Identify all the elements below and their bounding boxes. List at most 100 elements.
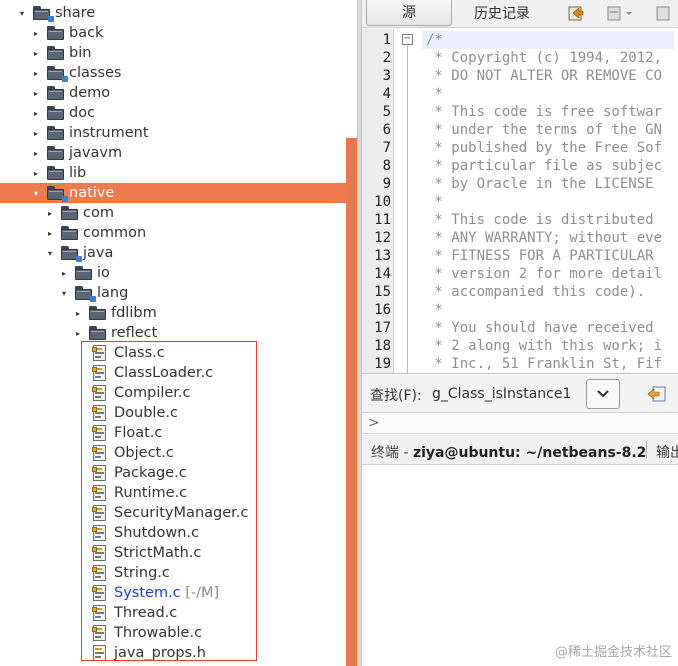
file-node[interactable]: System.c [-/M] <box>0 583 346 603</box>
file-node[interactable]: Runtime.c <box>0 483 346 503</box>
file-node[interactable]: Throwable.c <box>0 623 346 643</box>
expand-arrow-icon[interactable]: ▸ <box>31 43 41 63</box>
file-name: Class.c <box>114 345 165 361</box>
file-label: Float.c <box>114 425 162 441</box>
file-label: ClassLoader.c <box>114 365 213 381</box>
expand-arrow-icon[interactable]: ▸ <box>31 103 41 123</box>
code-line: * This code is distributed <box>426 212 654 228</box>
file-name: Float.c <box>114 425 163 441</box>
code-line: * <box>426 194 443 210</box>
file-node[interactable]: Package.c <box>0 463 346 483</box>
terminal-body[interactable]: @稀土掘金技术社区 <box>362 466 678 666</box>
tree-node-reflect[interactable]: ▸ reflect <box>0 323 346 343</box>
last-edit-icon[interactable] <box>567 4 585 22</box>
terminal-header: 终端 - ziya@ubuntu: ~/netbeans-8.2 输出 <box>362 435 678 465</box>
expand-arrow-icon[interactable]: ▸ <box>31 143 41 163</box>
collapse-fold-icon[interactable]: − <box>402 34 413 45</box>
code-line: * version 2 for more detail <box>426 266 663 282</box>
expand-arrow-icon[interactable]: ▸ <box>73 323 83 343</box>
file-label: Shutdown.c <box>114 525 199 541</box>
expand-arrow-icon[interactable]: ▸ <box>45 203 55 223</box>
tree-node-label: bin <box>69 45 92 61</box>
find-history-dropdown[interactable] <box>586 379 620 409</box>
collapse-arrow-icon[interactable]: ▾ <box>59 283 69 303</box>
c-file-icon <box>92 525 107 541</box>
file-node[interactable]: Double.c <box>0 403 346 423</box>
file-node[interactable]: String.c <box>0 563 346 583</box>
code-line: * by Oracle in the LICENSE <box>426 176 654 192</box>
back-dropdown-icon[interactable] <box>606 4 634 22</box>
file-node[interactable]: Thread.c <box>0 603 346 623</box>
tree-node-back[interactable]: ▸ back <box>0 23 346 43</box>
line-number: 18 <box>374 338 391 354</box>
expand-arrow-icon[interactable]: ▸ <box>31 163 41 183</box>
output-collapsed-bar[interactable]: > <box>362 414 678 434</box>
find-label: 查找(F): <box>370 388 422 404</box>
tree-node-label: native <box>69 185 115 201</box>
collapse-arrow-icon[interactable]: ▾ <box>17 3 27 23</box>
find-next-icon[interactable] <box>647 385 667 403</box>
tree-node-label: back <box>69 25 104 41</box>
package-folder-icon <box>33 6 54 22</box>
collapse-arrow-icon[interactable]: ▾ <box>45 243 55 263</box>
tree-node-java[interactable]: ▾ java <box>0 243 346 263</box>
file-label: Object.c <box>114 445 174 461</box>
file-node[interactable]: ClassLoader.c <box>0 363 346 383</box>
code-line: * This code is free softwar <box>426 104 663 120</box>
code-line: * <box>426 86 443 102</box>
chevron-right-icon[interactable]: > <box>368 415 380 431</box>
expand-arrow-icon[interactable]: ▸ <box>31 123 41 143</box>
tree-node-doc[interactable]: ▸ doc <box>0 103 346 123</box>
file-name: Package.c <box>114 465 187 481</box>
collapse-arrow-icon[interactable]: ▾ <box>31 183 41 203</box>
output-tab[interactable]: 输出 <box>656 442 678 462</box>
tree-node-label: lib <box>69 165 87 181</box>
file-node[interactable]: Shutdown.c <box>0 523 346 543</box>
file-node[interactable]: SecurityManager.c <box>0 503 346 523</box>
code-line: * <box>426 302 443 318</box>
source-tab-button[interactable]: 源 <box>366 0 452 26</box>
file-node[interactable]: Float.c <box>0 423 346 443</box>
tree-scroll-accent <box>346 138 357 666</box>
file-node[interactable]: Class.c <box>0 343 346 363</box>
tree-node-lib[interactable]: ▸ lib <box>0 163 346 183</box>
tree-node-native[interactable]: ▾ native <box>0 183 357 203</box>
tree-node-label: demo <box>69 85 111 101</box>
code-line: * DO NOT ALTER OR REMOVE CO <box>426 68 663 84</box>
history-tab-button[interactable]: 历史记录 <box>462 0 542 26</box>
tree-node-instrument[interactable]: ▸ instrument <box>0 123 346 143</box>
terminal-tab[interactable]: 终端 - ziya@ubuntu: ~/netbeans-8.2 <box>371 442 646 462</box>
tree-node-fdlibm[interactable]: ▸ fdlibm <box>0 303 346 323</box>
tree-node-share[interactable]: ▾ share <box>0 3 346 23</box>
line-number: 11 <box>374 212 391 228</box>
file-node[interactable]: StrictMath.c <box>0 543 346 563</box>
code-editor[interactable]: 1 2 3 4 5 6 7 8 9 10 11 12 13 14 15 16 17 18 19 − /* * Cop… <box>362 29 678 374</box>
tree-node-io[interactable]: ▸ io <box>0 263 346 283</box>
tree-node-com[interactable]: ▸ com <box>0 203 346 223</box>
forward-icon[interactable] <box>655 4 673 22</box>
expand-arrow-icon[interactable]: ▸ <box>59 263 69 283</box>
tree-node-bin[interactable]: ▸ bin <box>0 43 346 63</box>
code-line: * particular file as subjec <box>426 158 663 174</box>
file-node[interactable]: Compiler.c <box>0 383 346 403</box>
c-file-icon <box>92 485 107 501</box>
expand-arrow-icon[interactable]: ▸ <box>31 23 41 43</box>
tree-node-demo[interactable]: ▸ demo <box>0 83 346 103</box>
tree-node-classes[interactable]: ▸ classes <box>0 63 346 83</box>
tree-node-javavm[interactable]: ▸ javavm <box>0 143 346 163</box>
tree-node-label: lang <box>97 285 129 301</box>
file-node[interactable]: Object.c <box>0 443 346 463</box>
file-name: Throwable.c <box>114 625 203 641</box>
expand-arrow-icon[interactable]: ▸ <box>31 63 41 83</box>
line-number: 4 <box>382 86 391 102</box>
expand-arrow-icon[interactable]: ▸ <box>31 83 41 103</box>
folder-icon <box>89 326 107 340</box>
find-input[interactable] <box>426 380 586 408</box>
tree-node-common[interactable]: ▸ common <box>0 223 346 243</box>
file-name: Shutdown.c <box>114 525 199 541</box>
tree-node-lang[interactable]: ▾ lang <box>0 283 346 303</box>
file-node[interactable]: java_props.h <box>0 643 346 663</box>
expand-arrow-icon[interactable]: ▸ <box>45 223 55 243</box>
expand-arrow-icon[interactable]: ▸ <box>73 303 83 323</box>
file-name: SecurityManager.c <box>114 505 249 521</box>
